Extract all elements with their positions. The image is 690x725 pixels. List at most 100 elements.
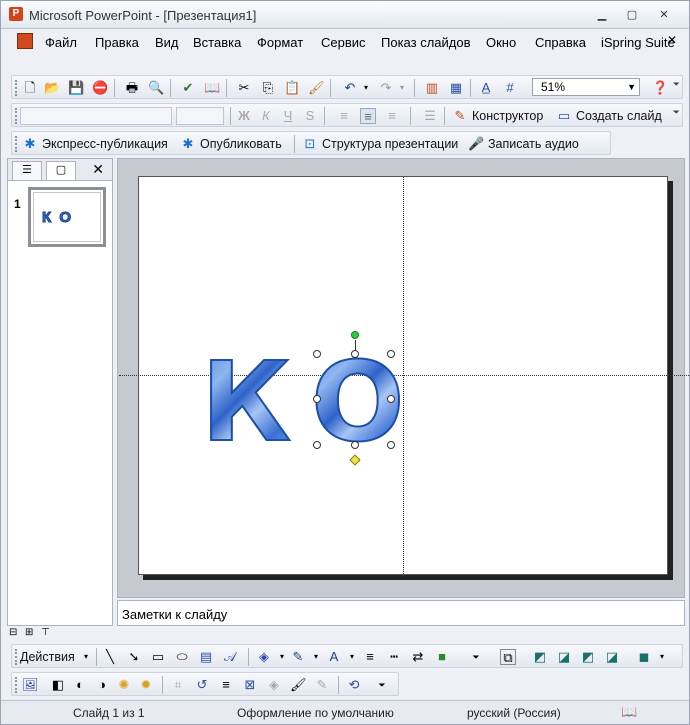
numbering-icon[interactable]: ☰: [422, 108, 438, 124]
align-left-icon[interactable]: ≡: [336, 108, 352, 124]
align-center-icon[interactable]: ≡: [360, 108, 376, 124]
wordart-icon[interactable]: 𝒜: [222, 649, 238, 665]
chevron-down-icon[interactable]: ▾: [78, 649, 94, 665]
reset-picture-icon[interactable]: ⟲: [346, 677, 362, 693]
oval-icon[interactable]: ⬭: [174, 649, 190, 665]
resize-handle-bottom-left[interactable]: [313, 441, 321, 449]
actions-menu[interactable]: Действия: [20, 650, 75, 664]
menu-insert[interactable]: Вставка: [193, 35, 241, 50]
menu-view[interactable]: Вид: [155, 35, 179, 50]
paste-icon[interactable]: 📋: [284, 80, 300, 96]
close-pane-icon[interactable]: ✕: [92, 161, 104, 178]
publish-button[interactable]: Опубликовать: [200, 137, 282, 151]
resize-handle-top[interactable]: [351, 350, 359, 358]
tab-outline[interactable]: ☰: [12, 161, 42, 180]
toolbar-overflow-icon[interactable]: ⏷: [673, 107, 680, 118]
bold-icon[interactable]: Ж: [236, 108, 252, 124]
toolbar-overflow-icon[interactable]: ⏷: [673, 79, 680, 90]
quick-publish-button[interactable]: Экспресс-публикация: [42, 137, 168, 151]
record-audio-button[interactable]: Записать аудио: [488, 137, 579, 151]
shadow-icon[interactable]: S: [302, 108, 318, 124]
menu-ispring[interactable]: iSpring Suite: [601, 35, 675, 50]
tab-slides[interactable]: ▢: [46, 161, 76, 180]
slide-sorter-icon[interactable]: ⊞: [25, 627, 33, 638]
toolbar-grip[interactable]: [15, 80, 18, 96]
insert-chart-icon[interactable]: ▥: [424, 80, 440, 96]
close-window-button[interactable]: ✕: [653, 7, 675, 23]
open-icon[interactable]: 📂: [44, 80, 60, 96]
color-icon[interactable]: ◧: [50, 677, 66, 693]
menu-window[interactable]: Окно: [486, 35, 516, 50]
slide-canvas[interactable]: К О: [119, 176, 689, 576]
menu-help[interactable]: Справка: [535, 35, 586, 50]
chevron-down-icon[interactable]: ▾: [344, 649, 360, 665]
chevron-down-icon[interactable]: ▾: [654, 649, 670, 665]
redo-dropdown-icon[interactable]: ▾: [394, 80, 410, 96]
group-icon[interactable]: ⧉: [500, 649, 516, 665]
resize-handle-left[interactable]: [313, 395, 321, 403]
minimize-button[interactable]: ▁: [591, 7, 613, 23]
send-to-back-icon[interactable]: ◪: [604, 649, 620, 665]
arrow-style-icon[interactable]: ⇄: [410, 649, 426, 665]
new-slide-icon[interactable]: ▭: [556, 108, 572, 124]
less-brightness-icon[interactable]: ✹: [138, 677, 154, 693]
chevron-down-icon[interactable]: ▾: [274, 649, 290, 665]
research-icon[interactable]: 📖: [204, 80, 220, 96]
more-contrast-icon[interactable]: ◐: [72, 677, 88, 693]
3d-style-icon[interactable]: ◼: [636, 649, 652, 665]
shadow-style-icon[interactable]: ■: [434, 649, 450, 665]
menu-tools[interactable]: Сервис: [321, 35, 366, 50]
slide-thumbnail[interactable]: К О: [28, 187, 106, 247]
italic-icon[interactable]: К: [258, 108, 274, 124]
toolbar-overflow-icon[interactable]: ⏷: [468, 649, 484, 665]
microphone-icon[interactable]: 🎤: [468, 136, 484, 152]
spelling-status-icon[interactable]: 📖: [621, 704, 637, 720]
chevron-down-icon[interactable]: ▾: [308, 649, 324, 665]
arrow-icon[interactable]: ➘: [126, 649, 142, 665]
quick-publish-icon[interactable]: ✱: [22, 136, 38, 152]
rectangle-icon[interactable]: ▭: [150, 649, 166, 665]
recolor-icon[interactable]: ◈: [266, 677, 282, 693]
toolbar-grip[interactable]: [15, 649, 18, 665]
powerpoint-app-icon[interactable]: P: [9, 7, 23, 21]
normal-view-icon[interactable]: ⊟: [9, 627, 17, 638]
wordart-letter-k[interactable]: К: [200, 346, 292, 458]
resize-handle-bottom-right[interactable]: [387, 441, 395, 449]
close-document-icon[interactable]: ✕: [667, 33, 677, 47]
format-painter-icon[interactable]: 🖌: [308, 80, 325, 96]
slideshow-view-icon[interactable]: ⊤: [41, 627, 50, 638]
align-right-icon[interactable]: ≡: [384, 108, 400, 124]
spelling-icon[interactable]: ✔: [180, 80, 196, 96]
font-size-select[interactable]: [176, 107, 224, 125]
design-button[interactable]: Конструктор: [472, 109, 543, 123]
dash-style-icon[interactable]: ┅: [386, 649, 402, 665]
design-icon[interactable]: ✎: [452, 108, 468, 124]
publish-icon[interactable]: ✱: [180, 136, 196, 152]
more-brightness-icon[interactable]: ✺: [116, 677, 132, 693]
document-icon[interactable]: [17, 33, 33, 49]
line-color-icon[interactable]: ✎: [290, 649, 306, 665]
resize-handle-bottom[interactable]: [351, 441, 359, 449]
print-icon[interactable]: 🖶: [124, 80, 140, 96]
resize-handle-top-right[interactable]: [387, 350, 395, 358]
rotation-handle[interactable]: [351, 331, 359, 339]
presentation-structure-icon[interactable]: ⊡: [302, 136, 318, 152]
toolbar-grip[interactable]: [15, 677, 18, 693]
format-picture-icon[interactable]: 🖌: [290, 677, 307, 693]
zoom-select[interactable]: 51% ▼: [532, 78, 640, 96]
print-preview-icon[interactable]: 🔍: [148, 80, 164, 96]
line-style-icon[interactable]: ≡: [218, 677, 234, 693]
toolbar-grip[interactable]: [15, 108, 18, 124]
resize-handle-top-left[interactable]: [313, 350, 321, 358]
save-icon[interactable]: 💾: [68, 80, 84, 96]
new-slide-button[interactable]: Создать слайд: [576, 109, 662, 123]
line-icon[interactable]: ╲: [102, 649, 118, 665]
toolbar-overflow-icon[interactable]: ⏷: [374, 677, 390, 693]
resize-handle-right[interactable]: [387, 395, 395, 403]
less-contrast-icon[interactable]: ◑: [94, 677, 110, 693]
expand-all-icon[interactable]: A̲: [478, 80, 494, 96]
crop-icon[interactable]: ⌗: [170, 677, 186, 693]
menu-format[interactable]: Формат: [257, 35, 303, 50]
fill-color-icon[interactable]: ◈: [256, 649, 272, 665]
permission-icon[interactable]: ⛔: [92, 80, 108, 96]
